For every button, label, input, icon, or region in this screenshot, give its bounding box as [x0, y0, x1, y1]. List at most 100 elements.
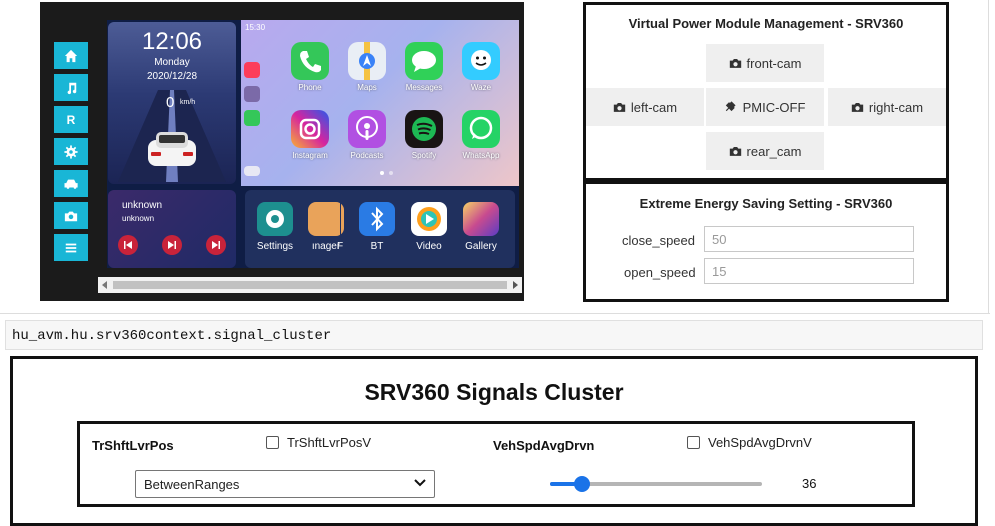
phone-mini-icon[interactable] — [244, 110, 260, 126]
right-cam-label: right-cam — [868, 99, 924, 115]
speed-unit: km/h — [180, 99, 196, 106]
gear-signal-name: TrShftLvrPos — [92, 438, 174, 453]
camera-icon — [851, 102, 864, 112]
speed-valid-label: VehSpdAvgDrvnV — [708, 435, 812, 450]
instagram-icon — [291, 110, 329, 148]
open-speed-input[interactable]: 15 — [704, 258, 914, 284]
grid-mini-icon[interactable] — [244, 166, 260, 176]
home-button[interactable] — [54, 42, 88, 69]
reverse-button[interactable]: R — [54, 106, 88, 133]
side-nav: R — [54, 42, 88, 266]
spotify-icon — [405, 110, 443, 148]
app-label: Podcasts — [350, 151, 384, 160]
pmic-off-button[interactable]: PMIC-OFF — [706, 88, 824, 126]
dock-label: F — [336, 241, 344, 252]
dock-gallery[interactable]: Gallery — [455, 202, 507, 252]
clock-day: Monday — [154, 57, 190, 68]
right-cam-button[interactable]: right-cam — [828, 88, 946, 126]
dock-hidden-app[interactable]: F — [329, 202, 351, 252]
menu-button[interactable] — [54, 234, 88, 261]
speed-valid-checkbox[interactable]: VehSpdAvgDrvnV — [687, 435, 812, 450]
dock-settings[interactable]: Settings — [249, 202, 301, 252]
gear-icon — [64, 144, 78, 159]
app-waze[interactable]: Waze — [454, 42, 508, 92]
dock-label: Gallery — [465, 241, 497, 252]
dock-label: BT — [370, 241, 384, 252]
speed-readout: 0 — [166, 94, 175, 111]
checkbox-icon[interactable] — [687, 436, 700, 449]
music-icon — [67, 82, 77, 94]
camera-icon — [613, 102, 626, 112]
next-button[interactable] — [206, 235, 226, 255]
signals-cluster: SRV360 Signals Cluster TrShftLvrPos TrSh… — [10, 356, 978, 526]
status-time: 15:30 — [245, 23, 266, 32]
clock-time: 12:06 — [141, 28, 203, 55]
waze-icon — [462, 42, 500, 80]
app-phone[interactable]: Phone — [283, 42, 337, 92]
home-icon — [64, 49, 78, 62]
app-label: Waze — [470, 83, 492, 92]
play-icon — [168, 241, 176, 249]
play-pause-button[interactable] — [162, 235, 182, 255]
app-instagram[interactable]: Instagram — [283, 110, 337, 160]
app-whatsapp[interactable]: WhatsApp — [454, 110, 508, 160]
scroll-left-arrow-icon[interactable] — [102, 281, 107, 289]
gear-position-select[interactable]: BetweenRanges — [135, 470, 435, 498]
camera-button[interactable] — [54, 202, 88, 229]
camera-icon — [729, 58, 741, 68]
app-messages[interactable]: Messages — [397, 42, 451, 92]
hidden-app-icon — [339, 202, 341, 236]
dock-bt[interactable]: BT — [351, 202, 403, 252]
podcasts-icon — [348, 110, 386, 148]
whatsapp-icon — [462, 110, 500, 148]
previous-button[interactable] — [118, 235, 138, 255]
app-grid: 15:30 Phone Maps Messages Waze Instagram… — [241, 20, 519, 186]
clock-date: 2020/12/28 — [146, 71, 198, 82]
close-speed-label: close_speed — [622, 233, 695, 248]
messages-icon — [405, 42, 443, 80]
checkbox-icon[interactable] — [266, 436, 279, 449]
scrollbar-thumb[interactable] — [113, 281, 507, 289]
section-divider — [0, 313, 990, 314]
power-module-title: Virtual Power Module Management - SRV360 — [628, 16, 904, 31]
dock-video[interactable]: Video — [403, 202, 455, 252]
energy-saving-title: Extreme Energy Saving Setting - SRV360 — [639, 196, 893, 211]
music-button[interactable] — [54, 74, 88, 101]
app-spotify[interactable]: Spotify — [397, 110, 451, 160]
speed-value: 36 — [802, 476, 817, 491]
music-mini-icon[interactable] — [244, 62, 260, 78]
rear-cam-button[interactable]: rear_cam — [706, 132, 824, 170]
rear-cam-label: rear_cam — [746, 143, 802, 159]
gallery-icon — [463, 202, 499, 236]
slider-thumb[interactable] — [574, 476, 590, 492]
signals-box: TrShftLvrPos TrShftLvrPosV BetweenRanges… — [77, 421, 915, 507]
signal-mini-icon — [244, 86, 260, 102]
left-cam-button[interactable]: left-cam — [586, 88, 704, 126]
left-cam-label: left-cam — [630, 99, 678, 115]
front-cam-label: front-cam — [746, 55, 802, 71]
clock-widget[interactable]: 12:06 Monday 2020/12/28 0 km/h — [108, 22, 236, 184]
gear-selected-value: BetweenRanges — [144, 477, 240, 492]
app-label: Spotify — [411, 151, 437, 160]
media-widget[interactable]: unknown unknown — [108, 190, 236, 268]
media-title: unknown — [122, 200, 163, 211]
media-subtitle: unknown — [122, 214, 155, 223]
r-icon: R — [66, 112, 76, 127]
vehicle-button[interactable] — [54, 170, 88, 197]
phone-icon — [291, 42, 329, 80]
gear-valid-checkbox[interactable]: TrShftLvrPosV — [266, 435, 371, 450]
settings-button[interactable] — [54, 138, 88, 165]
page-dots — [380, 171, 393, 175]
scroll-right-arrow-icon[interactable] — [513, 281, 518, 289]
horizontal-scrollbar[interactable] — [98, 277, 522, 293]
app-podcasts[interactable]: Podcasts — [340, 110, 394, 160]
camera-icon — [64, 211, 78, 221]
close-speed-input[interactable]: 50 — [704, 226, 914, 252]
dock-label: Video — [416, 241, 442, 252]
front-cam-button[interactable]: front-cam — [706, 44, 824, 82]
menu-icon — [65, 243, 77, 252]
app-label: Phone — [298, 83, 322, 92]
app-maps[interactable]: Maps — [340, 42, 394, 92]
car-icon — [64, 179, 78, 189]
speed-slider[interactable] — [550, 476, 762, 492]
